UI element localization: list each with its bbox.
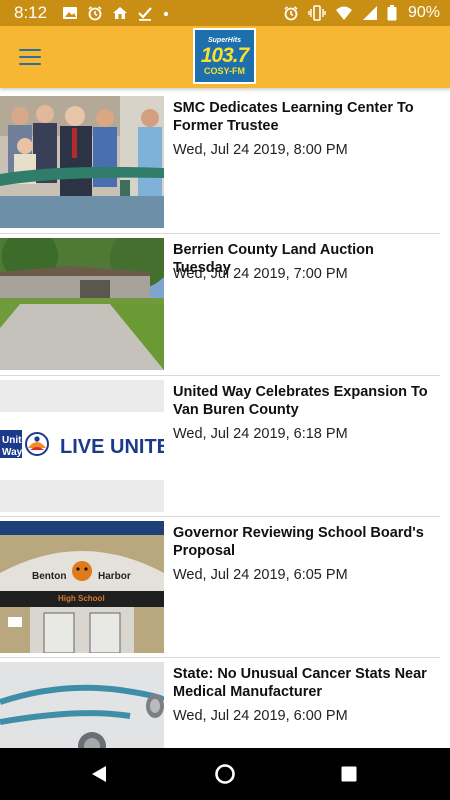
- dot-icon: [162, 5, 170, 21]
- cell-signal-icon: [362, 5, 378, 21]
- divider: [0, 657, 440, 658]
- united-way-slogan: LIVE UNITED: [60, 436, 164, 458]
- home-icon[interactable]: [195, 748, 255, 800]
- home-icon: [112, 5, 128, 21]
- battery-icon: [387, 5, 397, 21]
- united-way-brand-line2: Way: [2, 447, 23, 458]
- school-sign-left: Benton: [32, 571, 66, 582]
- divider: [0, 516, 440, 517]
- article-item[interactable]: United Way LIVE UNITED United Way Celebr…: [0, 380, 440, 512]
- android-nav-bar: [0, 748, 450, 800]
- article-item[interactable]: SMC Dedicates Learning Center To Former …: [0, 96, 440, 228]
- station-logo: SuperHits 103.7 COSY-FM: [193, 28, 256, 84]
- article-item[interactable]: Berrien County Land Auction Tuesday Wed,…: [0, 238, 440, 370]
- house-photo: [0, 238, 164, 370]
- article-title[interactable]: SMC Dedicates Learning Center To Former …: [173, 99, 435, 135]
- divider: [0, 375, 440, 376]
- ribbon-cutting-photo: [0, 96, 164, 228]
- article-title[interactable]: Governor Reviewing School Board's Propos…: [173, 524, 435, 560]
- article-date: Wed, Jul 24 2019, 8:00 PM: [173, 142, 348, 158]
- article-title[interactable]: United Way Celebrates Expansion To Van B…: [173, 383, 435, 419]
- school-entrance-photo: Benton Harbor High School: [0, 521, 164, 653]
- status-time: 8:12: [14, 3, 48, 22]
- vibrate-icon: [308, 5, 326, 21]
- battery-percent: 90%: [407, 4, 440, 21]
- article-item[interactable]: Benton Harbor High School Governor Revie…: [0, 521, 440, 653]
- divider: [0, 233, 440, 234]
- article-title[interactable]: State: No Unusual Cancer Stats Near Medi…: [173, 665, 435, 701]
- logo-tagline: SuperHits: [207, 36, 242, 44]
- hamburger-menu-icon[interactable]: [16, 44, 44, 70]
- article-date: Wed, Jul 24 2019, 6:18 PM: [173, 426, 348, 442]
- wifi-icon: [335, 5, 353, 21]
- article-date: Wed, Jul 24 2019, 7:00 PM: [173, 266, 348, 282]
- recents-icon[interactable]: [319, 748, 379, 800]
- app-bar: SuperHits 103.7 COSY-FM: [0, 26, 450, 88]
- back-icon[interactable]: [69, 748, 129, 800]
- united-way-logo: United Way LIVE UNITED: [0, 380, 164, 512]
- alarm-icon: [283, 5, 299, 21]
- image-icon: [62, 5, 78, 21]
- download-check-icon: [137, 5, 153, 21]
- article-date: Wed, Jul 24 2019, 6:05 PM: [173, 567, 348, 583]
- school-sign-sub: High School: [58, 594, 105, 603]
- article-date: Wed, Jul 24 2019, 6:00 PM: [173, 708, 348, 724]
- logo-frequency: 103.7: [200, 43, 250, 67]
- school-sign-right: Harbor: [98, 571, 131, 582]
- logo-callsign: COSY-FM: [203, 65, 245, 76]
- status-bar: 8:12 90%: [0, 0, 450, 26]
- alarm-icon: [87, 5, 103, 21]
